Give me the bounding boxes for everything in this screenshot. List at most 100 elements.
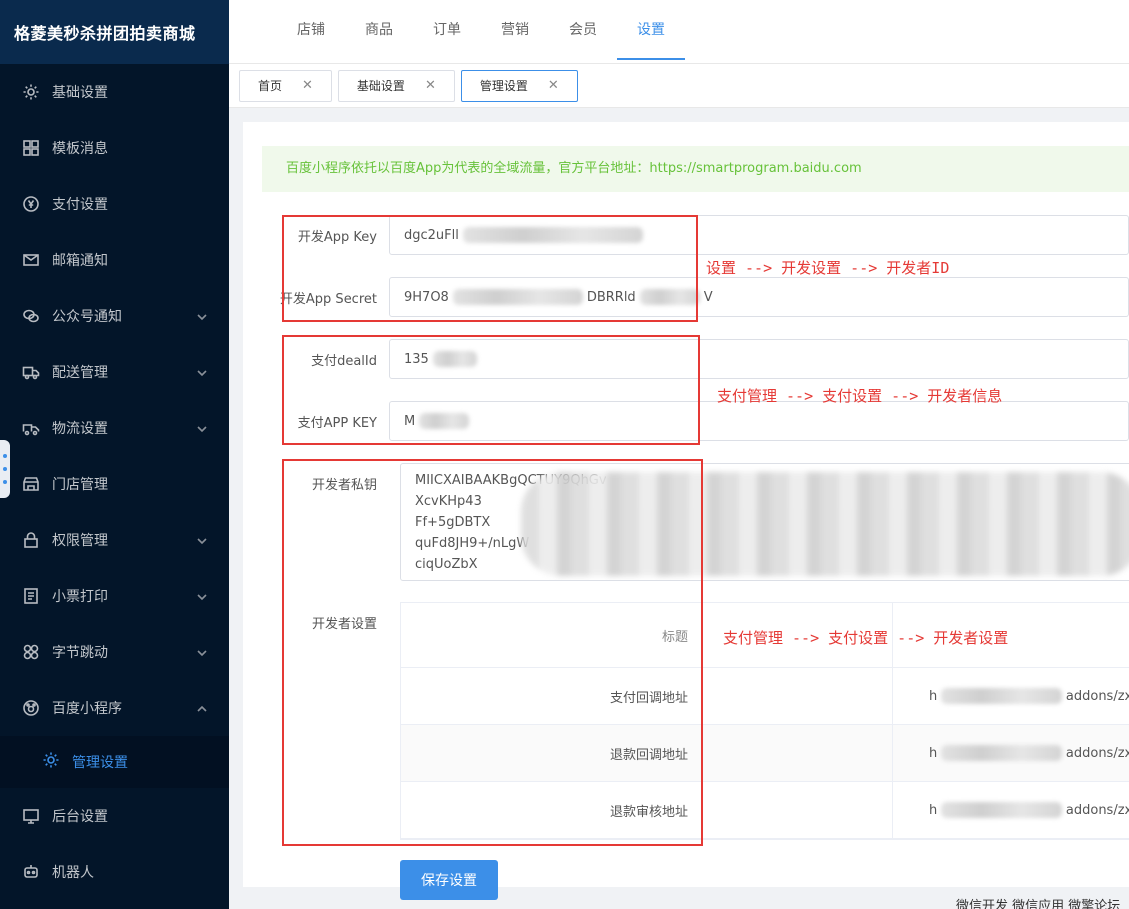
page-tab-label: 基础设置: [356, 79, 405, 93]
info-alert: 百度小程序依托以百度App为代表的全域流量，官方平台地址：https://sma…: [262, 146, 1129, 192]
app-secret-value-a: 9H7O8: [404, 289, 449, 305]
sidebar-item-label: 字节跳动: [52, 645, 108, 661]
page-tab-home[interactable]: 首页 ✕: [239, 69, 332, 102]
close-icon[interactable]: ✕: [548, 78, 559, 93]
sidebar-subitem-label: 管理设置: [72, 755, 128, 771]
sidebar-subitem-manage-settings[interactable]: 管理设置: [0, 736, 229, 788]
redacted-mask: [639, 289, 700, 305]
page-tab-basic-settings[interactable]: 基础设置 ✕: [337, 69, 455, 102]
form-row-app-secret: 开发App Secret 9H7O8 DBRRld V: [243, 277, 1129, 317]
sidebar-item-admin-settings[interactable]: 后台设置: [0, 788, 229, 844]
deal-id-value: 135: [404, 351, 429, 367]
sidebar-item-payment-settings[interactable]: 支付设置: [0, 176, 229, 232]
sidebar-menu: 基础设置 模板消息 支付设置 邮箱通知 公众号通知 配送管理 物流设置 门店管理…: [0, 64, 229, 900]
sidebar: 格菱美秒杀拼团拍卖商城 基础设置 模板消息 支付设置 邮箱通知 公众号通知 配送…: [0, 0, 229, 909]
tab-members[interactable]: 会员: [549, 0, 617, 60]
chevron-down-icon: [197, 366, 207, 382]
sidebar-item-permission[interactable]: 权限管理: [0, 512, 229, 568]
truck-icon: [22, 363, 40, 381]
pay-key-input[interactable]: M: [389, 401, 1129, 441]
close-icon[interactable]: ✕: [425, 78, 436, 93]
sidebar-item-delivery[interactable]: 配送管理: [0, 344, 229, 400]
dev-settings-label: 开发者设置: [311, 617, 377, 632]
pay-key-value: M: [404, 413, 416, 429]
sidebar-item-robot[interactable]: 机器人: [0, 844, 229, 900]
chevron-down-icon: [197, 590, 207, 606]
app-secret-input[interactable]: 9H7O8 DBRRld V: [389, 277, 1129, 317]
row-value[interactable]: haddons/zxs: [893, 725, 1129, 781]
chat-icon: [22, 307, 40, 325]
private-key-textarea[interactable]: MIICXAIBAAKBgQCTUY9QhGv XcvKHp43 Ff+5gDB…: [400, 463, 1129, 581]
baidu-icon: [22, 699, 40, 717]
redacted-mask: [462, 227, 643, 243]
page-tab-label: 首页: [258, 79, 283, 93]
tab-orders[interactable]: 订单: [413, 0, 481, 60]
row-value-text: addons/zxs: [1065, 745, 1129, 761]
lock-icon: [22, 531, 40, 549]
row-value-text: addons/zxs: [1065, 688, 1129, 704]
redacted-mask: [941, 688, 1062, 704]
row-title: 退款回调地址: [401, 725, 893, 781]
grid-icon: [22, 139, 40, 157]
redacted-mask: [432, 351, 477, 367]
row-value[interactable]: haddons/zxs: [893, 668, 1129, 724]
sidebar-item-bytedance[interactable]: 字节跳动: [0, 624, 229, 680]
app-secret-value-b: DBRRld: [586, 289, 636, 305]
tab-settings[interactable]: 设置: [617, 0, 685, 60]
app-secret-value-c: V: [703, 289, 713, 305]
sidebar-collapse-handle[interactable]: [0, 440, 10, 498]
save-button[interactable]: 保存设置: [400, 860, 498, 900]
app-key-input[interactable]: dgc2uFll: [389, 215, 1129, 255]
sidebar-item-label: 百度小程序: [52, 701, 122, 717]
tab-store[interactable]: 店铺: [277, 0, 345, 60]
sidebar-item-baidu-miniprogram[interactable]: 百度小程序: [0, 680, 229, 736]
sidebar-item-label: 门店管理: [52, 477, 108, 493]
mail-icon: [22, 251, 40, 269]
page-tab-manage-settings[interactable]: 管理设置 ✕: [460, 69, 578, 102]
sidebar-item-template-message[interactable]: 模板消息: [0, 120, 229, 176]
row-title: 支付回调地址: [401, 668, 893, 724]
sidebar-item-label: 小票打印: [52, 589, 108, 605]
redacted-mask: [521, 472, 1129, 576]
gear-icon: [22, 83, 40, 101]
page-tabs: 首页 ✕ 基础设置 ✕ 管理设置 ✕: [229, 64, 1129, 108]
tab-goods[interactable]: 商品: [345, 0, 413, 60]
monitor-icon: [22, 807, 40, 825]
private-key-label: 开发者私钥: [311, 478, 377, 493]
sidebar-item-label: 机器人: [52, 865, 94, 881]
receipt-icon: [22, 587, 40, 605]
top-nav: 店铺 商品 订单 营销 会员 设置: [229, 0, 1129, 64]
table-row: 退款回调地址 haddons/zxs: [401, 725, 1129, 782]
delivery-icon: [22, 419, 40, 437]
sidebar-item-receipt-print[interactable]: 小票打印: [0, 568, 229, 624]
sidebar-item-label: 权限管理: [52, 533, 108, 549]
annotation-text-developer-settings: 支付管理 --> 支付设置 --> 开发者设置: [723, 629, 1009, 647]
close-icon[interactable]: ✕: [302, 78, 313, 93]
content-card: 百度小程序依托以百度App为代表的全域流量，官方平台地址：https://sma…: [243, 122, 1129, 900]
sidebar-item-official-account[interactable]: 公众号通知: [0, 288, 229, 344]
gear-icon: [42, 751, 72, 773]
sidebar-item-logistics[interactable]: 物流设置: [0, 400, 229, 456]
sidebar-submenu: 管理设置: [0, 736, 229, 788]
sidebar-item-label: 物流设置: [52, 421, 108, 437]
sidebar-item-label: 基础设置: [52, 85, 108, 101]
cluster-icon: [22, 643, 40, 661]
redacted-mask: [419, 413, 470, 429]
pay-key-label: 支付APP KEY: [297, 415, 377, 431]
sidebar-item-basic-settings[interactable]: 基础设置: [0, 64, 229, 120]
chevron-up-icon: [197, 702, 207, 718]
app-title: 格菱美秒杀拼团拍卖商城: [0, 0, 229, 64]
app-key-value: dgc2uFll: [404, 227, 459, 243]
row-value[interactable]: haddons/zxs: [893, 782, 1129, 838]
tab-marketing[interactable]: 营销: [481, 0, 549, 60]
table-row: 退款审核地址 haddons/zxs: [401, 782, 1129, 839]
deal-id-label: 支付dealId: [311, 353, 377, 369]
redacted-mask: [452, 289, 583, 305]
app-secret-label: 开发App Secret: [279, 291, 377, 307]
footer-links[interactable]: 微信开发 微信应用 微擎论坛: [956, 895, 1120, 909]
deal-id-input[interactable]: 135: [389, 339, 1129, 379]
sidebar-item-store[interactable]: 门店管理: [0, 456, 229, 512]
sidebar-item-email-notice[interactable]: 邮箱通知: [0, 232, 229, 288]
store-icon: [22, 475, 40, 493]
chevron-down-icon: [197, 534, 207, 550]
